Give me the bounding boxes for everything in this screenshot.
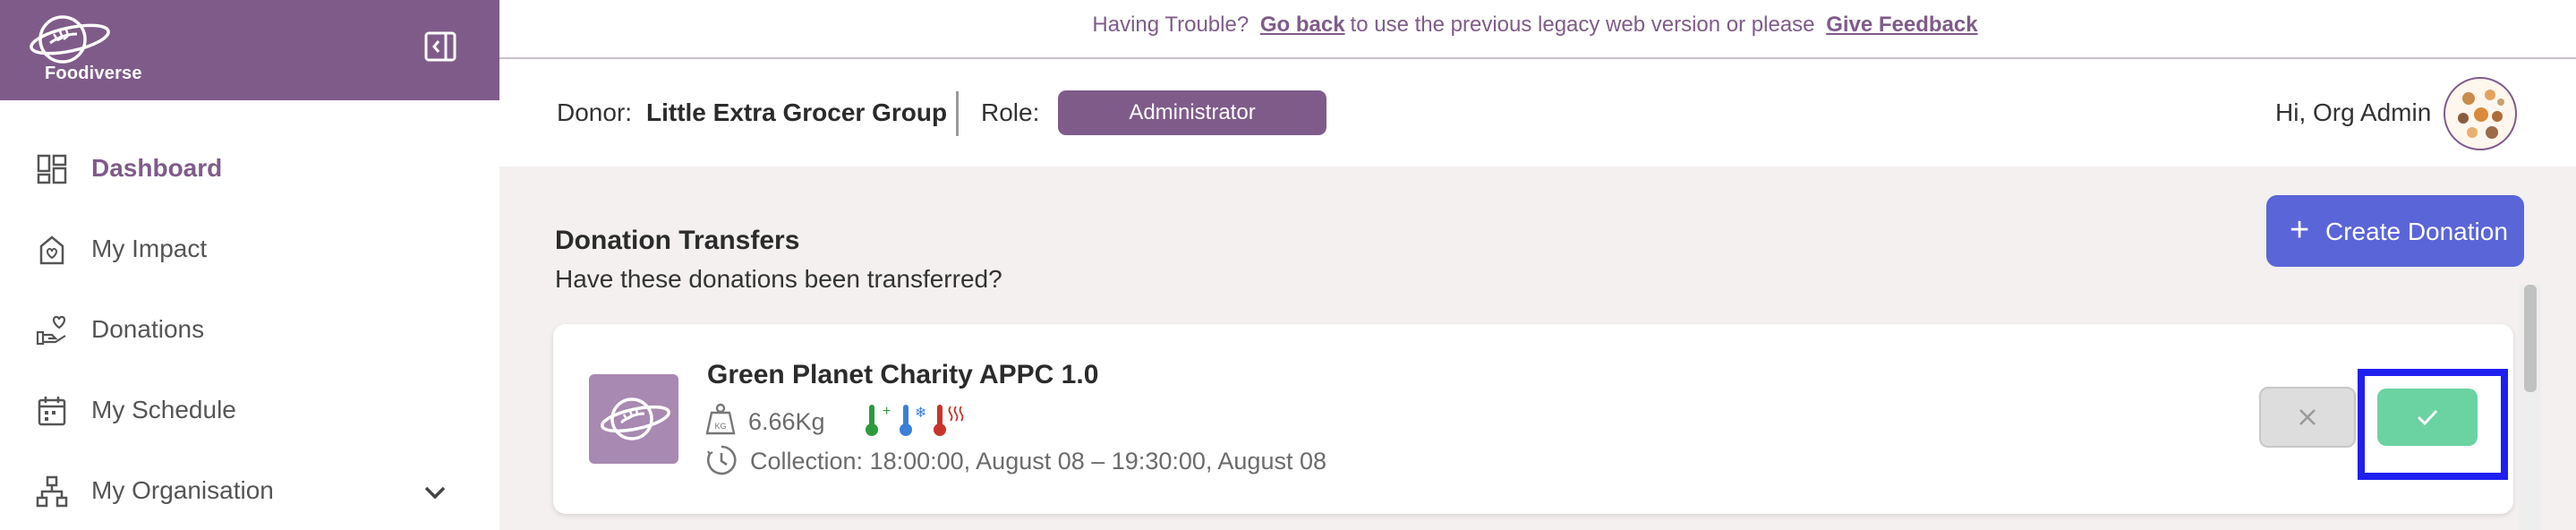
- user-greeting: Hi, Org Admin: [2275, 98, 2432, 126]
- svg-text:+: +: [883, 404, 891, 419]
- clock-icon: [707, 445, 737, 475]
- sidebar-item-my-impact[interactable]: My Impact: [0, 215, 499, 278]
- transfer-card: Green Planet Charity APPC 1.0 KG 6.66Kg …: [553, 324, 2513, 514]
- storage-temperature-icons: + ❄: [866, 404, 964, 436]
- reject-transfer-button[interactable]: [2259, 387, 2356, 448]
- hot-temp-icon: [934, 405, 964, 436]
- create-donation-button[interactable]: + Create Donation: [2266, 195, 2524, 267]
- close-icon: [2299, 409, 2316, 425]
- brand-header: Foodiverse: [0, 0, 499, 100]
- sidebar-item-my-schedule[interactable]: My Schedule: [0, 376, 499, 439]
- charity-planet-icon: [601, 398, 670, 440]
- legacy-banner: Having Trouble? Go back to use the previo…: [499, 0, 2576, 59]
- dashboard-icon: [37, 154, 67, 184]
- check-icon: [2417, 409, 2438, 426]
- organisation-icon: [36, 475, 68, 508]
- banner-middle: to use the previous legacy web version o…: [1350, 13, 1815, 37]
- plus-icon: +: [2290, 211, 2310, 249]
- sidebar-collapse-icon[interactable]: [422, 30, 458, 64]
- brand-name: Foodiverse: [45, 64, 142, 83]
- avatar-illustration: [2458, 90, 2504, 139]
- give-feedback-link[interactable]: Give Feedback: [1826, 13, 1977, 37]
- section-title: Donation Transfers: [555, 226, 800, 255]
- section-subtitle: Have these donations been transferred?: [555, 265, 1002, 293]
- donor-name: Little Extra Grocer Group: [646, 98, 948, 126]
- sidebar: Foodiverse Dashboard My Impact Donations…: [0, 0, 499, 530]
- svg-text:❄: ❄: [915, 404, 926, 421]
- svg-text:KG: KG: [714, 422, 726, 431]
- frozen-temp-icon: ❄: [900, 404, 926, 436]
- sidebar-item-label: My Organisation: [91, 476, 274, 504]
- header-divider: [956, 91, 959, 136]
- top-header: Donor: Little Extra Grocer Group Role: A…: [499, 59, 2576, 167]
- create-donation-label: Create Donation: [2325, 218, 2508, 245]
- weight-icon: KG: [705, 403, 736, 435]
- impact-icon: [39, 235, 64, 265]
- sidebar-item-label: My Impact: [91, 235, 208, 262]
- ambient-temp-icon: +: [866, 404, 891, 436]
- donor-label: Donor:: [557, 98, 633, 126]
- sidebar-item-donations[interactable]: Donations: [0, 295, 499, 358]
- sidebar-item-label: Dashboard: [91, 154, 223, 182]
- role-label: Role:: [981, 98, 1040, 126]
- sidebar-item-my-organisation[interactable]: My Organisation: [0, 457, 499, 519]
- avatar[interactable]: [2444, 77, 2517, 150]
- role-badge: Administrator: [1058, 90, 1326, 135]
- donation-weight: 6.66Kg: [748, 408, 825, 435]
- donations-icon: [36, 315, 66, 346]
- charity-logo: [589, 374, 678, 464]
- go-back-link[interactable]: Go back: [1260, 13, 1345, 37]
- collection-time: Collection: 18:00:00, August 08 – 19:30:…: [750, 448, 1326, 474]
- chevron-down-icon[interactable]: [419, 476, 451, 509]
- charity-name: Green Planet Charity APPC 1.0: [707, 360, 1099, 389]
- sidebar-item-label: My Schedule: [91, 396, 236, 423]
- sidebar-item-dashboard[interactable]: Dashboard: [0, 134, 499, 197]
- scrollbar-thumb[interactable]: [2524, 285, 2537, 392]
- banner-prefix: Having Trouble?: [1092, 13, 1250, 37]
- banner-message: Having Trouble? Go back to use the previo…: [499, 13, 2576, 38]
- calendar-icon: [38, 397, 66, 426]
- sidebar-item-label: Donations: [91, 315, 205, 343]
- confirm-transfer-button[interactable]: [2377, 389, 2478, 446]
